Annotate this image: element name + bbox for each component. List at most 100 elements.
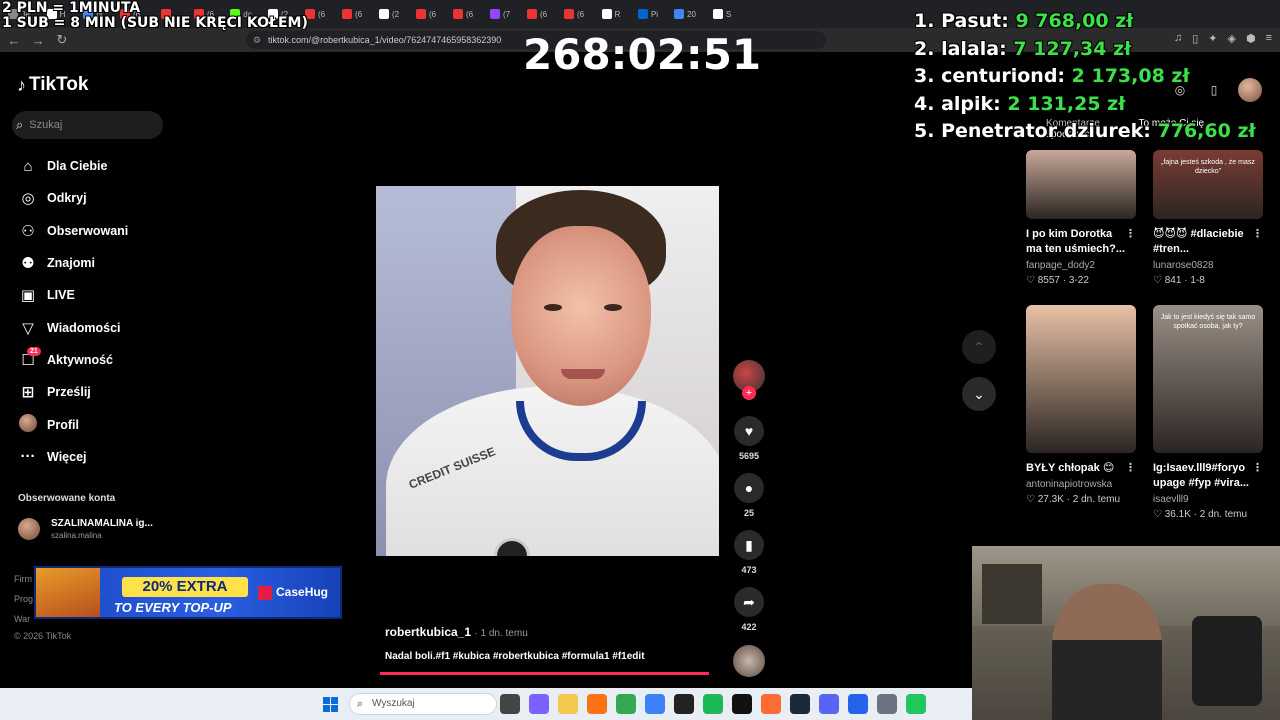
- taskbar-app-icon[interactable]: [819, 694, 839, 714]
- share-icon[interactable]: ➦: [734, 587, 764, 617]
- followed-account[interactable]: SZALINAMALINA ig... szalina.malina: [18, 518, 153, 540]
- sidebar-item-label: Odkryj: [47, 191, 87, 206]
- video-author[interactable]: robertkubica_1 · 1 dn. temu: [385, 625, 528, 639]
- taskbar-search-placeholder: Wyszukaj: [372, 698, 415, 709]
- taskbar-app-icon[interactable]: [558, 694, 578, 714]
- previous-video-button[interactable]: ⌃: [962, 330, 996, 364]
- sidebar-item-live[interactable]: ▣ LIVE: [17, 279, 177, 311]
- video-meta: ♡ 8557 · 3-22: [1026, 275, 1136, 286]
- leaderboard-amount: 2 131,25 zł: [1007, 92, 1126, 115]
- compass-icon: ◎: [21, 190, 35, 208]
- taskbar-app-icon[interactable]: [500, 694, 520, 714]
- taskbar-app-icon[interactable]: [529, 694, 549, 714]
- like-icon[interactable]: ♥: [734, 416, 764, 446]
- more-options-icon[interactable]: ⋮: [1252, 227, 1263, 242]
- bookmark-icon[interactable]: ▮: [734, 530, 764, 560]
- sidebar-item-więcej[interactable]: ··· Więcej: [17, 441, 177, 473]
- footer-link[interactable]: Prog: [14, 594, 33, 604]
- footer-link[interactable]: War: [14, 614, 30, 624]
- sidebar-item-dla-ciebie[interactable]: ⌂ Dla Ciebie: [17, 150, 177, 182]
- sidebar-item-profil[interactable]: Profil: [17, 408, 177, 440]
- sidebar-item-znajomi[interactable]: ⚉ Znajomi: [17, 247, 177, 279]
- recommended-video-card[interactable]: BYŁY chłopak 😊 ⋮ antoninapiotrowska ♡ 27.3K…: [1026, 305, 1136, 505]
- tiktok-logo[interactable]: ♪ TikTok: [17, 74, 88, 96]
- browser-tab[interactable]: R: [593, 3, 629, 25]
- reload-icon[interactable]: ↻: [52, 30, 72, 50]
- recommended-video-card[interactable]: „fajna jesteś szkoda , że masz dziecko” 😈…: [1153, 150, 1263, 286]
- author-handle[interactable]: robertkubica_1: [385, 625, 471, 639]
- browser-tab[interactable]: 20: [667, 3, 703, 25]
- post-age: · 1 dn. temu: [474, 628, 528, 639]
- promo-brand-text: CaseHug: [276, 585, 329, 599]
- recommended-video-card[interactable]: I po kim Dorotka ma ten uśmiech?... ⋮ fanp…: [1026, 150, 1136, 286]
- browser-tab[interactable]: S: [704, 3, 740, 25]
- comment-icon[interactable]: ●: [734, 473, 764, 503]
- music-disc-icon[interactable]: [733, 645, 765, 677]
- browser-tab[interactable]: (6: [408, 3, 444, 25]
- browser-tab[interactable]: (2: [371, 3, 407, 25]
- leaderboard-name: lalala:: [941, 37, 1007, 60]
- taskbar-app-icon[interactable]: [906, 694, 926, 714]
- taskbar-app-icon[interactable]: [790, 694, 810, 714]
- taskbar-search-input[interactable]: ⌕ Wyszukaj: [349, 693, 497, 715]
- creator-avatar[interactable]: +: [733, 360, 765, 400]
- sidebar-item-odkryj[interactable]: ◎ Odkryj: [17, 182, 177, 214]
- taskbar-app-icon[interactable]: [616, 694, 636, 714]
- room-shelf: [982, 564, 1042, 624]
- recommended-video-card[interactable]: Jak to jest kiedyś się tak samo spotkać …: [1153, 305, 1263, 520]
- video-thumbnail[interactable]: „fajna jesteś szkoda , że masz dziecko”: [1153, 150, 1263, 219]
- video-progress-bar[interactable]: [380, 672, 710, 675]
- taskbar-app-icon[interactable]: [587, 694, 607, 714]
- video-thumbnail[interactable]: [1026, 150, 1136, 219]
- forward-icon[interactable]: →: [28, 30, 48, 50]
- tab-favicon-icon: [415, 9, 426, 19]
- footer-link[interactable]: Firm: [14, 574, 32, 584]
- video-author[interactable]: antoninapiotrowska: [1026, 479, 1136, 490]
- video-thumbnail[interactable]: [1026, 305, 1136, 453]
- browser-tab[interactable]: Pi: [630, 3, 666, 25]
- separator: ·: [1181, 275, 1191, 286]
- back-icon[interactable]: ←: [4, 30, 24, 50]
- video-author[interactable]: lunarose0828: [1153, 260, 1263, 271]
- tab-label: 20: [687, 9, 696, 19]
- follow-plus-icon[interactable]: +: [742, 386, 756, 400]
- taskbar-app-icon[interactable]: [645, 694, 665, 714]
- browser-tab[interactable]: (6: [519, 3, 555, 25]
- video-player[interactable]: CREDIT SUISSE: [376, 186, 719, 556]
- tab-favicon-icon: [601, 9, 612, 19]
- video-author[interactable]: isaevlll9: [1153, 494, 1263, 505]
- sidebar-item-prześlij[interactable]: ⊞ Prześlij: [17, 376, 177, 408]
- sidebar-item-obserwowani[interactable]: ⚇ Obserwowani: [17, 215, 177, 247]
- more-options-icon[interactable]: ⋮: [1125, 227, 1136, 242]
- browser-tab[interactable]: (6: [445, 3, 481, 25]
- taskbar-app-icon[interactable]: [761, 694, 781, 714]
- leaderboard-row: 1. Pasut: 9 768,00 zł: [914, 8, 1256, 36]
- tab-label: R: [614, 9, 621, 19]
- browser-tab[interactable]: (7: [482, 3, 518, 25]
- tiktok-note-icon: ♪: [17, 74, 26, 95]
- browser-tab[interactable]: (6: [556, 3, 592, 25]
- rate-line: 1 SUB = 8 MIN (SUB NIE KRĘCI KOŁEM): [2, 15, 308, 31]
- video-author[interactable]: fanpage_dody2: [1026, 260, 1136, 271]
- taskbar-app-icon[interactable]: [703, 694, 723, 714]
- avatar: [17, 413, 39, 436]
- leaderboard-name: Pasut:: [941, 10, 1009, 32]
- search-input[interactable]: ⌕ Szukaj: [12, 111, 163, 139]
- windows-start-icon[interactable]: [323, 697, 338, 712]
- browser-tab[interactable]: (6: [334, 3, 370, 25]
- video-thumbnail[interactable]: Jak to jest kiedyś się tak samo spotkać …: [1153, 305, 1263, 453]
- more-options-icon[interactable]: ⋮: [1125, 461, 1136, 476]
- taskbar-app-icon[interactable]: [732, 694, 752, 714]
- taskbar-app-icon[interactable]: [877, 694, 897, 714]
- next-video-button[interactable]: ⌄: [962, 377, 996, 411]
- menu-icon[interactable]: ≡: [1266, 32, 1272, 45]
- taskbar-app-icon[interactable]: [674, 694, 694, 714]
- sidebar-item-wiadomości[interactable]: ▽ Wiadomości: [17, 311, 177, 343]
- sidebar-item-aktywność[interactable]: ☐ 21 Aktywność: [17, 344, 177, 376]
- video-title: I po kim Dorotka ma ten uśmiech?... ⋮: [1026, 227, 1136, 257]
- taskbar-app-icon[interactable]: [848, 694, 868, 714]
- more-options-icon[interactable]: ⋮: [1252, 461, 1263, 476]
- site-info-icon[interactable]: ⚙: [253, 31, 261, 49]
- tab-favicon-icon: [637, 9, 648, 19]
- tab-favicon-icon: [563, 9, 574, 19]
